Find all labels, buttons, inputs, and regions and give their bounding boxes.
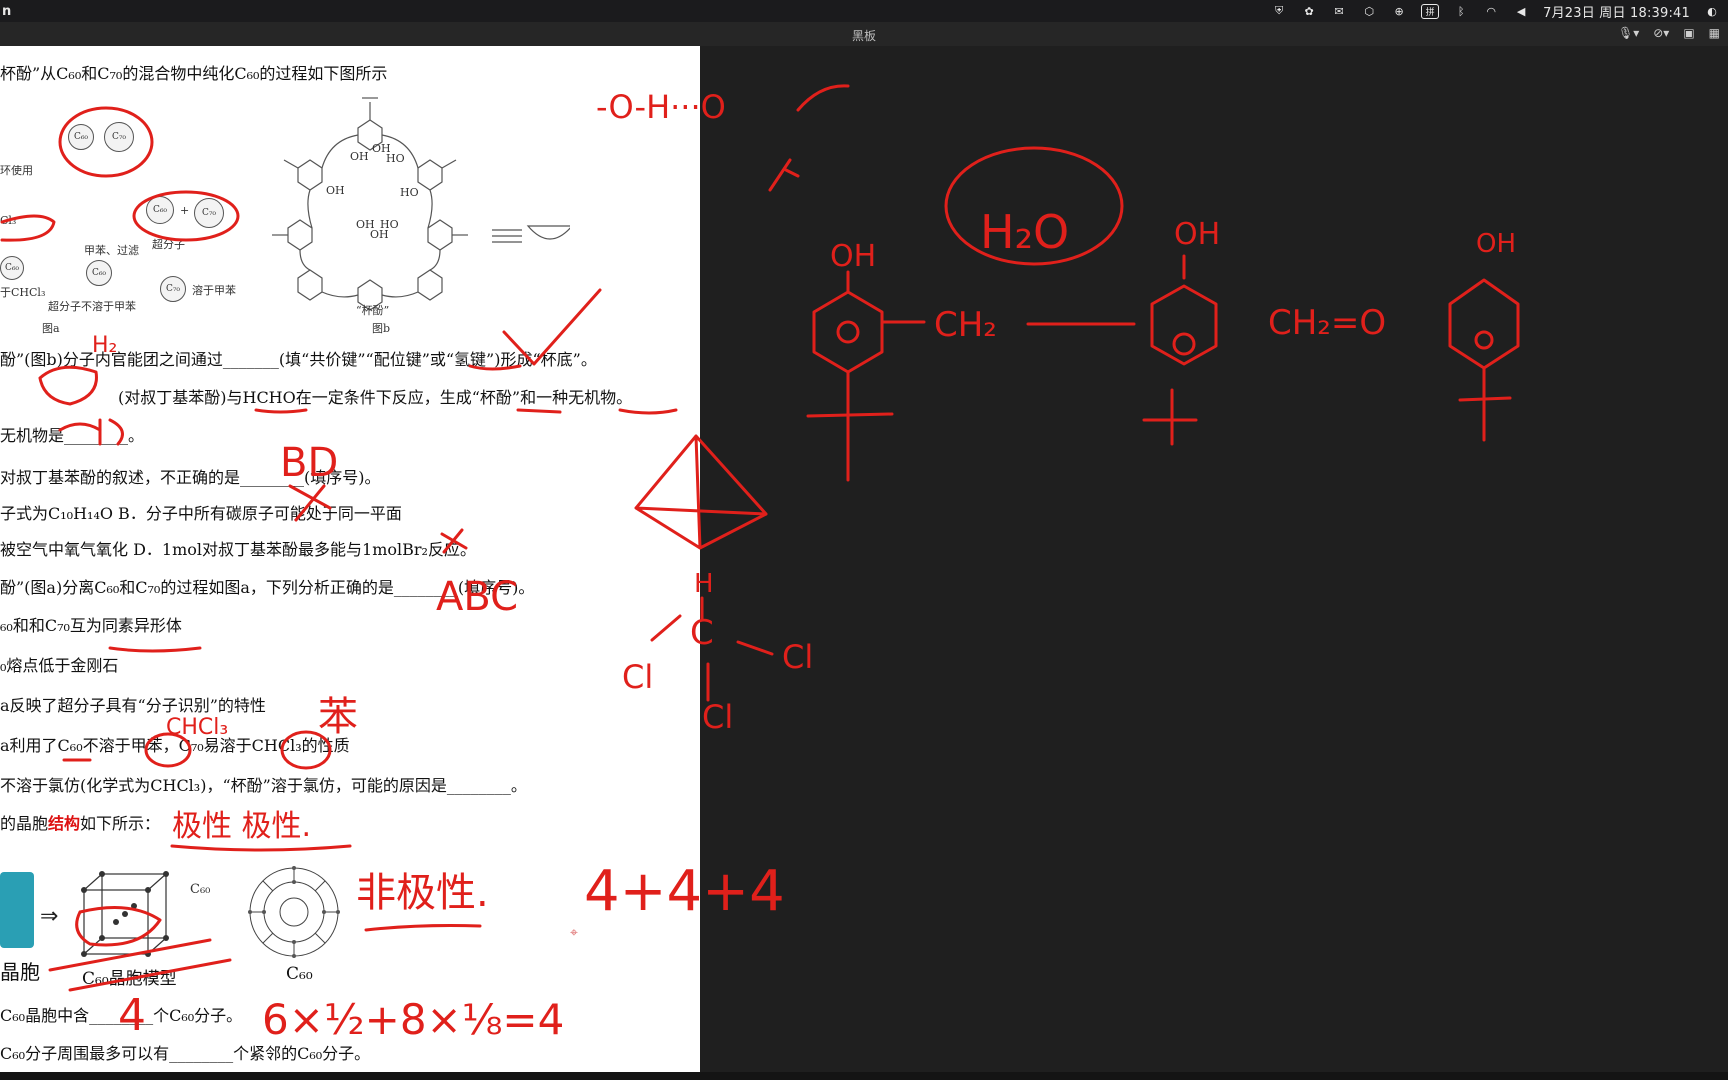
unit-cell-model	[81, 871, 169, 957]
app-menu-label[interactable]: n	[0, 4, 11, 19]
ink-ch2o: CH₂=O	[1268, 303, 1386, 343]
doc-line-inorganic: 无机物是________。	[0, 426, 145, 445]
menu-bar: n ⛨ ✿ ✉ ⬡ ⊕ 拼 ᛒ ◠ ◀ 7月23日 周日 18:39:41 ◐	[0, 0, 1728, 22]
control-center-icon[interactable]: ◐	[1704, 4, 1720, 18]
ink-oh-3: OH	[1476, 229, 1516, 259]
ink-ring-3	[1448, 278, 1520, 370]
ink-tbutyl-1-horizontal	[806, 412, 894, 418]
ink-h-bond-strokes	[768, 84, 850, 192]
molecule-c70: C₇₀	[104, 122, 134, 152]
document-page: 杯酚”从C₆₀和C₇₀的混合物中纯化C₆₀的过程如下图所示 C₆₀ C₇₀ 环使…	[0, 46, 700, 1072]
doc-line-incorrect-statement: 对叔丁基苯酚的叙述，不正确的是________(填序号)。	[0, 468, 381, 487]
camera-icon[interactable]: ▣	[1683, 26, 1694, 40]
doc-line-chloroform: 不溶于氯仿(化学式为CHCl₃)，“杯酚”溶于氯仿，可能的原因是________…	[0, 776, 527, 795]
calixarene-structure	[272, 97, 570, 311]
doc-line-hydrogen-bond-question: 酚”(图b)分子内官能团之间通过_______(填“共价键”“配位键”或“氢键”…	[0, 350, 597, 369]
ink-circle-h2o	[944, 146, 1124, 266]
doc-line-intro: 杯酚”从C₆₀和C₇₀的混合物中纯化C₆₀的过程如下图所示	[0, 64, 388, 83]
crystal-image	[0, 872, 34, 948]
doc-line-c60-neighbors: C₆₀分子周围最多可以有________个紧邻的C₆₀分子。	[0, 1044, 371, 1063]
fig-b-name: “杯酚”	[356, 304, 390, 317]
window-title: 黑板	[851, 29, 876, 43]
window-tools: 🎙▾ ⊘▾ ▣ ▦	[1618, 26, 1720, 40]
window-title-bar: 黑板 🎙▾ ⊘▾ ▣ ▦	[0, 22, 1728, 46]
accessibility-icon[interactable]: ⊕	[1391, 4, 1407, 18]
ink-cl-2: Cl	[782, 638, 813, 676]
molecule-c70: C₇₀	[160, 276, 186, 302]
wifi-icon[interactable]: ◠	[1483, 4, 1499, 18]
ink-oh-1: OH	[830, 239, 876, 274]
mic-off-icon[interactable]: ⊘▾	[1653, 26, 1669, 40]
crystal-model-label: C₆₀晶胞模型	[82, 969, 177, 989]
unit-cell-c60-label: C₆₀	[190, 882, 211, 897]
molecule-c70: C₇₀	[194, 198, 224, 228]
ink-oh-2: OH	[1174, 217, 1220, 252]
crystal-cell-label: 晶胞	[0, 960, 40, 984]
ink-tbutyl-3-horizontal	[1458, 396, 1512, 402]
grid-icon[interactable]: ▦	[1709, 26, 1720, 40]
fig-b-ho-right: HO	[400, 186, 419, 199]
doc-line-option-c: a反映了超分子具有“分子识别”的特性	[0, 696, 266, 715]
fig-a-label-supramolecule: 超分子	[152, 238, 185, 251]
ink-ring-3-center	[1474, 330, 1494, 350]
hexagon-icon[interactable]: ⬡	[1361, 4, 1377, 18]
doc-line-option-ab: 子式为C₁₀H₁₄O B．分子中所有碳原子可能处于同一平面	[0, 504, 402, 523]
bluetooth-icon[interactable]: ᛒ	[1453, 4, 1469, 18]
bottom-strip	[0, 1072, 1728, 1080]
pinyin-input-icon[interactable]: 拼	[1421, 3, 1440, 19]
mic-icon[interactable]: 🎙▾	[1618, 26, 1639, 40]
fig-a-label-dissolves-toluene: 溶于甲苯	[192, 284, 236, 297]
c60-label: C₆₀	[286, 964, 313, 984]
menubar-clock[interactable]: 7月23日 周日 18:39:41	[1543, 2, 1690, 21]
c60-molecule-model	[248, 866, 340, 958]
doc-line-option-a: ₆₀和和C₇₀互为同素异形体	[0, 616, 182, 635]
fig-b-ho-top-right: HO	[386, 152, 405, 165]
volume-icon[interactable]: ◀	[1513, 4, 1529, 18]
flower-icon[interactable]: ✿	[1301, 4, 1317, 18]
doc-line-reaction: (对叔丁基苯酚)与HCHO在一定条件下反应，生成“杯酚”和一种无机物。	[118, 388, 633, 407]
fig-a-label-insoluble: 超分子不溶于甲苯	[48, 300, 136, 313]
doc-line-c60-count: C₆₀晶胞中含________个C₆₀分子。	[0, 1006, 243, 1025]
mail-icon[interactable]: ✉	[1331, 4, 1347, 18]
ink-ring-2	[1150, 284, 1218, 366]
fig-a-label-cl3: Cl₃	[0, 214, 17, 227]
fig-b-oh-top-left: OH	[350, 150, 369, 163]
doc-line-separation: 酚”(图a)分离C₆₀和C₇₀的过程如图a，下列分析正确的是________(填…	[0, 578, 535, 597]
shield-icon[interactable]: ⛨	[1271, 4, 1287, 18]
molecule-c60: C₆₀	[86, 260, 112, 286]
fig-a-plus: +	[180, 204, 190, 217]
ink-ring-2-center	[1172, 332, 1196, 356]
doc-line-option-b: ₀熔点低于金刚石	[0, 656, 119, 675]
fig-b-oh-left: OH	[326, 184, 345, 197]
ink-ch2: CH₂	[934, 305, 997, 345]
molecule-c60: C₆₀	[146, 196, 174, 224]
arrow-icon: ⇒	[40, 904, 59, 929]
fig-b-oh-bottom: OH	[370, 228, 389, 241]
ink-ring-1	[812, 290, 884, 374]
fig-b-caption: 图b	[372, 322, 391, 335]
ink-h2o: H₂O	[980, 205, 1069, 259]
fig-a-label-chcl3: 于CHCl₃	[0, 286, 46, 299]
crosshair-cursor-icon: ⌖	[570, 925, 578, 941]
doc-line-crystal-structure: 的晶胞结构如下所示：	[0, 810, 160, 834]
doc-line-option-d: a利用了C₆₀不溶于甲苯，C₇₀易溶于CHCl₃的性质	[0, 736, 350, 755]
crystal-line-suffix: 如下所示：	[80, 814, 161, 833]
fig-a-caption: 图a	[42, 322, 60, 335]
molecule-c60: C₆₀	[68, 124, 94, 150]
ink-cl-3: Cl	[702, 698, 733, 736]
molecule-c60: C₆₀	[0, 256, 24, 280]
fig-a-label-cycle: 环使用	[0, 164, 33, 177]
fig-a-label-toluene-filter: 甲苯、过滤	[84, 244, 139, 257]
status-area: ⛨ ✿ ✉ ⬡ ⊕ 拼 ᛒ ◠ ◀ 7月23日 周日 18:39:41 ◐	[1271, 2, 1728, 21]
crystal-line-highlight: 结构	[48, 814, 81, 833]
crystal-line-prefix: 的晶胞	[0, 814, 49, 833]
doc-line-option-cd: 被空气中氧气氧化 D．1mol对叔丁基苯酚最多能与1molBr₂反应。	[0, 540, 476, 559]
ink-ring-1-center	[836, 320, 860, 344]
